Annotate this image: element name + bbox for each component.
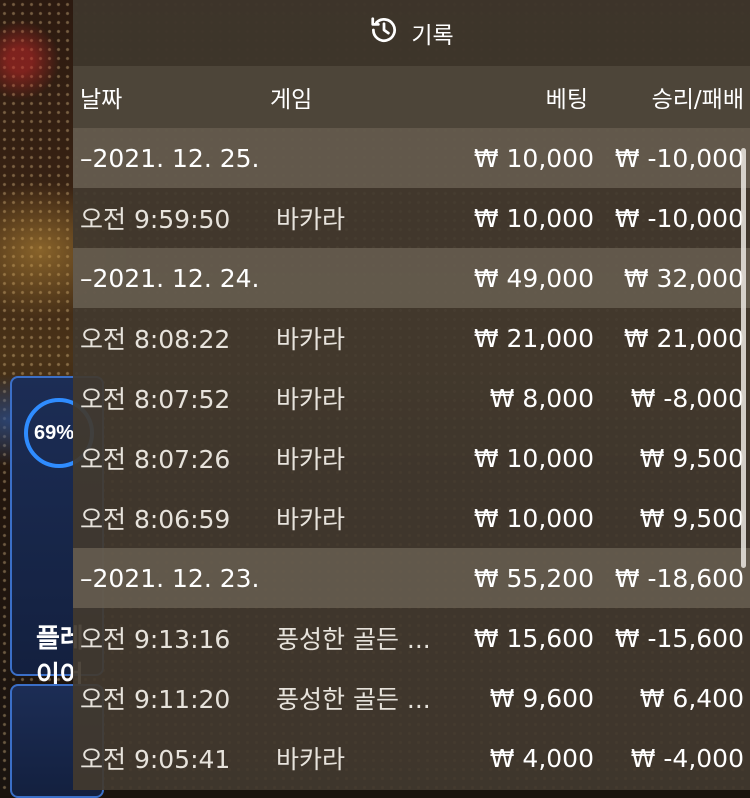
group-bet-total: ₩ 10,000	[473, 143, 594, 173]
group-date: –2021. 12. 24.	[80, 263, 260, 293]
header-date: 날짜	[80, 87, 123, 113]
row-result: ₩ -4,000	[630, 743, 744, 773]
row-bet: ₩ 15,600	[473, 623, 594, 653]
row-bet: ₩ 10,000	[473, 443, 594, 473]
row-result: ₩ 9,500	[639, 443, 744, 473]
group-result-total: ₩ -10,000	[614, 143, 744, 173]
group-bet-total: ₩ 55,200	[473, 563, 594, 593]
history-icon	[369, 15, 399, 51]
row-time: 오전 9:13:16	[80, 625, 231, 654]
row-result: ₩ -15,600	[614, 623, 744, 653]
row-bet: ₩ 10,000	[473, 203, 594, 233]
row-time: 오전 9:59:50	[80, 205, 231, 234]
row-bet: ₩ 9,600	[489, 683, 594, 713]
header-bet: 베팅	[545, 87, 588, 113]
row-result: ₩ -10,000	[614, 203, 744, 233]
history-row[interactable]: 오전 8:06:59 바카라 ₩ 10,000 ₩ 9,500	[73, 488, 750, 548]
row-bet: ₩ 8,000	[489, 383, 594, 413]
row-game: 바카라	[276, 745, 346, 774]
header-game: 게임	[270, 87, 313, 113]
history-row[interactable]: 오전 8:07:52 바카라 ₩ 8,000 ₩ -8,000	[73, 368, 750, 428]
group-bet-total: ₩ 49,000	[473, 263, 594, 293]
row-game: 바카라	[276, 505, 346, 534]
group-result-total: ₩ 32,000	[623, 263, 744, 293]
row-game: 바카라	[276, 325, 346, 354]
date-group-row[interactable]: –2021. 12. 25. ₩ 10,000 ₩ -10,000	[73, 128, 750, 188]
row-game: 바카라	[276, 385, 346, 414]
row-game: 풍성한 골든 ...	[276, 685, 431, 714]
history-row[interactable]: 오전 9:11:20 풍성한 골든 ... ₩ 9,600 ₩ 6,400	[73, 668, 750, 728]
row-game: 풍성한 골든 ...	[276, 625, 431, 654]
row-time: 오전 8:07:26	[80, 445, 231, 474]
row-time: 오전 8:08:22	[80, 325, 231, 354]
date-group-row[interactable]: –2021. 12. 24. ₩ 49,000 ₩ 32,000	[73, 248, 750, 308]
date-group-row[interactable]: –2021. 12. 23. ₩ 55,200 ₩ -18,600	[73, 548, 750, 608]
gauge-percent: 69%	[34, 422, 75, 444]
group-date: –2021. 12. 25.	[80, 143, 260, 173]
row-time: 오전 8:06:59	[80, 505, 231, 534]
history-row[interactable]: 오전 9:59:50 바카라 ₩ 10,000 ₩ -10,000	[73, 188, 750, 248]
history-panel: 기록 날짜 게임 베팅 승리/패배 –2021. 12. 25. ₩ 10,000…	[73, 0, 750, 790]
row-game: 바카라	[276, 445, 346, 474]
row-bet: ₩ 4,000	[489, 743, 594, 773]
panel-header: 기록	[73, 0, 750, 66]
row-time: 오전 8:07:52	[80, 385, 231, 414]
history-list[interactable]: –2021. 12. 25. ₩ 10,000 ₩ -10,000 오전 9:59:5…	[73, 128, 750, 788]
row-result: ₩ -8,000	[630, 383, 744, 413]
panel-title: 기록	[411, 23, 454, 49]
history-row[interactable]: 오전 8:07:26 바카라 ₩ 10,000 ₩ 9,500	[73, 428, 750, 488]
group-date: –2021. 12. 23.	[80, 563, 260, 593]
group-result-total: ₩ -18,600	[614, 563, 744, 593]
history-row[interactable]: 오전 8:08:22 바카라 ₩ 21,000 ₩ 21,000	[73, 308, 750, 368]
header-result: 승리/패배	[651, 87, 744, 113]
row-time: 오전 9:05:41	[80, 745, 231, 774]
column-headers: 날짜 게임 베팅 승리/패배	[73, 66, 750, 128]
row-game: 바카라	[276, 205, 346, 234]
history-row[interactable]: 오전 9:05:41 바카라 ₩ 4,000 ₩ -4,000	[73, 728, 750, 788]
row-result: ₩ 21,000	[623, 323, 744, 353]
history-row[interactable]: 오전 9:13:16 풍성한 골든 ... ₩ 15,600 ₩ -15,600	[73, 608, 750, 668]
row-time: 오전 9:11:20	[80, 685, 231, 714]
row-result: ₩ 9,500	[639, 503, 744, 533]
row-result: ₩ 6,400	[639, 683, 744, 713]
row-bet: ₩ 21,000	[473, 323, 594, 353]
scrollbar[interactable]	[741, 148, 746, 568]
row-bet: ₩ 10,000	[473, 503, 594, 533]
